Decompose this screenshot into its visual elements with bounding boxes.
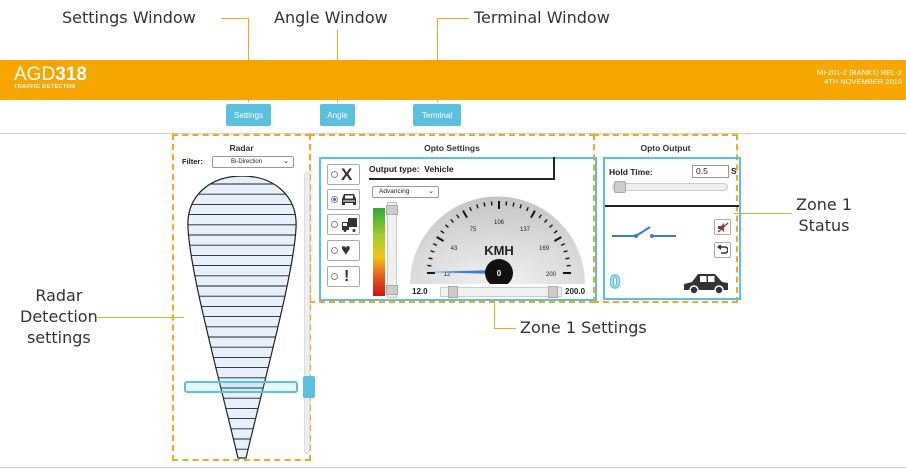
gauge-tick-label: 43	[451, 246, 458, 252]
callout-radar-detection-line2: Detection	[20, 307, 98, 326]
gauge-tick-label: 169	[539, 246, 550, 252]
callout-line	[494, 303, 495, 328]
output-type-value: Vehicle	[424, 164, 454, 174]
callout-terminal-window: Terminal Window	[474, 8, 610, 27]
callout-line	[97, 317, 184, 318]
release-date: 4TH NOVEMBER 2019	[824, 77, 902, 86]
callout-angle-window: Angle Window	[274, 8, 388, 27]
speed-max-handle[interactable]	[548, 286, 558, 298]
speed-min-label: 12.0	[412, 287, 428, 296]
callout-radar-detection-line3: settings	[26, 328, 91, 347]
output-type-label: Output type:	[369, 164, 420, 174]
terminal-button[interactable]: Terminal	[413, 104, 461, 126]
callout-zone1-status-line2: Status	[798, 216, 850, 235]
radar-beam-lines	[187, 176, 297, 458]
callout-line	[494, 328, 516, 329]
mute-icon	[716, 221, 729, 233]
hold-time-input[interactable]: 0.5	[692, 165, 729, 178]
speed-gauge: 12 43 75 106 137 169 200 KMH 0	[410, 196, 585, 284]
gauge-tick	[512, 202, 515, 207]
brand-name: AGD	[14, 64, 56, 85]
hold-time-handle[interactable]	[614, 181, 626, 193]
filter-value: Bi-Direction	[231, 159, 263, 165]
callout-line	[437, 18, 469, 19]
gauge-reading: 0	[497, 269, 502, 278]
gauge-tick-label: 137	[520, 227, 531, 233]
sensitivity-handle-bottom[interactable]	[386, 285, 398, 295]
mute-button[interactable]	[714, 219, 731, 235]
callout-zone1-status: Zone 1 Status	[796, 194, 852, 236]
output-type-border	[553, 157, 555, 180]
zone-count: 0	[609, 271, 621, 293]
gauge-tick-label: 75	[470, 227, 477, 233]
speed-max-label: 200.0	[565, 287, 586, 296]
car-front-icon	[342, 194, 356, 205]
output-type: Output type: Vehicle	[369, 164, 454, 174]
type-truck-radio[interactable]	[331, 221, 338, 228]
gauge-tick-label: 200	[546, 272, 557, 278]
radar-title: Radar	[229, 143, 254, 153]
gauge-tick-label: 106	[494, 220, 505, 226]
opto-settings-title: Opto Settings	[424, 143, 480, 153]
type-truck-button[interactable]	[327, 214, 360, 235]
gauge-tick	[428, 257, 433, 260]
exclamation-icon: !	[344, 267, 350, 285]
angle-button[interactable]: Angle	[320, 104, 355, 126]
type-car-button[interactable]	[327, 189, 360, 210]
radar-range-track[interactable]	[304, 172, 310, 454]
type-alert-radio[interactable]	[331, 273, 338, 280]
version-info: MI-201-2 (BANK1) REL-2 4TH NOVEMBER 2019	[817, 68, 902, 86]
filter-label: Filter:	[182, 157, 203, 166]
brand-subtitle: TRAFFIC DETECTOR	[14, 84, 76, 90]
radar-detection-window[interactable]	[184, 381, 298, 393]
relay-switch-icon	[612, 226, 676, 238]
undo-icon	[717, 245, 728, 254]
callout-settings-window: Settings Window	[62, 8, 196, 27]
status-separator	[605, 205, 739, 207]
gauge-tick	[483, 202, 486, 207]
sensitivity-track[interactable]	[387, 202, 397, 298]
gauge-tick	[565, 257, 570, 260]
sensitivity-handle-top[interactable]	[386, 205, 398, 215]
signal-level-gradient	[373, 208, 385, 296]
type-heart-button[interactable]: ♥	[327, 240, 360, 261]
callout-zone1-settings: Zone 1 Settings	[520, 318, 647, 337]
chevron-down-icon: ⌄	[283, 158, 289, 165]
gauge-unit: KMH	[484, 243, 514, 258]
hold-time-track[interactable]	[612, 183, 728, 191]
heart-icon: ♥	[341, 241, 351, 259]
type-cross-radio[interactable]	[331, 171, 338, 178]
type-car-radio[interactable]	[331, 196, 338, 203]
type-heart-radio[interactable]	[331, 247, 338, 254]
speed-min-handle[interactable]	[448, 286, 458, 298]
type-alert-button[interactable]: !	[327, 266, 360, 287]
radar-beam	[187, 176, 297, 459]
app-header: AGD318 TRAFFIC DETECTOR MI-201-2 (BANK1)…	[0, 60, 906, 100]
settings-button[interactable]: Settings	[226, 104, 271, 126]
radar-range-handle[interactable]	[303, 376, 315, 398]
callout-radar-detection: Radar Detection settings	[20, 285, 98, 348]
brand-logo: AGD318	[14, 64, 87, 86]
brand-model: 318	[55, 64, 87, 85]
version-line: MI-201-2 (BANK1) REL-2	[816, 68, 902, 77]
opto-output-title: Opto Output	[640, 143, 691, 153]
radar-beam-fill	[187, 176, 297, 458]
reset-button[interactable]	[714, 242, 731, 258]
callout-zone1-status-line1: Zone 1	[796, 195, 852, 214]
direction-value: Advancing	[379, 188, 410, 195]
hold-time-unit: S	[731, 166, 737, 176]
callout-line	[734, 213, 792, 214]
truck-icon	[342, 217, 357, 232]
callout-line	[221, 18, 248, 19]
output-type-underline	[369, 178, 555, 180]
gauge-tick-label: 12	[444, 272, 451, 278]
type-cross-button[interactable]: X	[327, 164, 360, 185]
hold-time-label: Hold Time:	[609, 167, 653, 177]
speed-range-track[interactable]	[440, 287, 562, 297]
cross-icon: X	[341, 165, 353, 184]
car-icon	[684, 274, 728, 295]
filter-select[interactable]: Bi-Direction ⌄	[212, 156, 294, 168]
callout-radar-detection-line1: Radar	[35, 286, 83, 305]
footer-divider	[0, 467, 906, 468]
